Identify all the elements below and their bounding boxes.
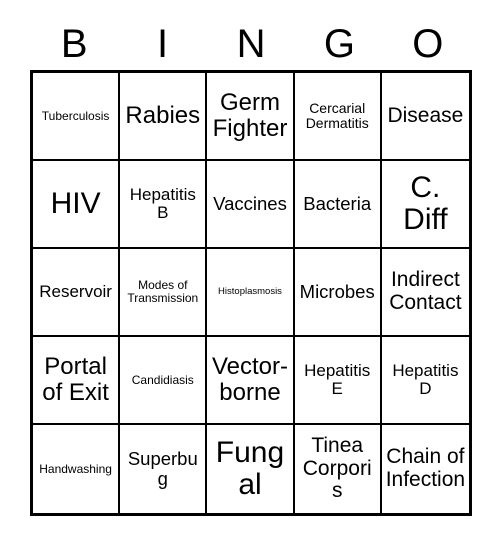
- bingo-cell-label: Vaccines: [213, 193, 287, 215]
- bingo-cell[interactable]: HIV: [33, 161, 121, 249]
- bingo-cell[interactable]: Hepatitis E: [294, 337, 382, 425]
- bingo-cell[interactable]: Handwashing: [33, 425, 121, 513]
- bingo-cell[interactable]: Vector-borne: [207, 337, 295, 425]
- bingo-cell-label: Fungal: [215, 435, 285, 501]
- bingo-cell[interactable]: Histoplasmosis: [207, 249, 295, 337]
- bingo-cell[interactable]: Reservoir: [33, 249, 121, 337]
- bingo-cell-label: Hepatitis E: [304, 360, 371, 398]
- bingo-cell-label: Tuberculosis: [41, 108, 110, 123]
- bingo-cell-label: Histoplasmosis: [218, 285, 282, 297]
- bingo-cell-label: Cercarial Dermatitis: [305, 99, 369, 131]
- bingo-cell-label: Portal of Exit: [42, 353, 109, 406]
- bingo-header-letter-g: G: [323, 22, 355, 66]
- bingo-grid: Tuberculosis Rabies Germ Fighter Cercarial …: [30, 70, 472, 516]
- bingo-cell[interactable]: Vaccines: [207, 161, 295, 249]
- bingo-header-row: B I N G O: [30, 18, 472, 70]
- bingo-cell-label: Reservoir: [39, 281, 112, 301]
- bingo-header-letter-b: B: [60, 22, 88, 66]
- bingo-cell[interactable]: Microbes: [294, 249, 382, 337]
- bingo-cell[interactable]: Portal of Exit: [33, 337, 121, 425]
- bingo-cell-label: Superbug: [127, 448, 198, 489]
- bingo-cell-label: Modes of Transmission: [127, 278, 199, 305]
- bingo-cell-label: Vector-borne: [211, 353, 288, 406]
- bingo-cell[interactable]: Disease: [381, 73, 469, 161]
- bingo-cell-label: Germ Fighter: [212, 89, 288, 142]
- bingo-cell[interactable]: Tuberculosis: [33, 73, 121, 161]
- bingo-cell-label: Rabies: [125, 102, 201, 130]
- bingo-cell-label: Indirect Contact: [389, 268, 462, 314]
- bingo-cell[interactable]: Chain of Infection: [381, 425, 469, 513]
- bingo-cell[interactable]: Cercarial Dermatitis: [294, 73, 382, 161]
- bingo-cell-label: Hepatitis B: [129, 184, 196, 222]
- bingo-card: B I N G O Tuberculosis Rabies Germ Fighter…: [0, 0, 501, 544]
- bingo-header-letter-n: N: [236, 22, 266, 66]
- bingo-cell-label: Tinea Corporis: [302, 433, 372, 503]
- bingo-cell[interactable]: Candidiasis: [120, 337, 208, 425]
- bingo-cell-label: Microbes: [299, 281, 375, 303]
- bingo-cell-label: Hepatitis D: [392, 360, 459, 398]
- bingo-cell-label: Handwashing: [39, 461, 112, 476]
- bingo-cell-label: Bacteria: [303, 193, 372, 215]
- bingo-cell[interactable]: Bacteria: [294, 161, 382, 249]
- bingo-header-letter-o: O: [412, 22, 444, 66]
- bingo-cell[interactable]: Hepatitis B: [120, 161, 208, 249]
- bingo-cell[interactable]: Fungal: [207, 425, 295, 513]
- bingo-cell-label: Disease: [387, 103, 464, 127]
- bingo-cell[interactable]: Indirect Contact: [381, 249, 469, 337]
- bingo-cell[interactable]: Tinea Corporis: [294, 425, 382, 513]
- bingo-cell-label: Candidiasis: [131, 372, 194, 387]
- bingo-cell-label: Chain of Infection: [385, 445, 466, 491]
- bingo-cell[interactable]: Hepatitis D: [381, 337, 469, 425]
- bingo-cell[interactable]: Rabies: [120, 73, 208, 161]
- bingo-header-letter-i: I: [157, 22, 169, 66]
- bingo-cell[interactable]: C. Diff: [381, 161, 469, 249]
- bingo-cell[interactable]: Germ Fighter: [207, 73, 295, 161]
- bingo-cell[interactable]: Superbug: [120, 425, 208, 513]
- bingo-cell[interactable]: Modes of Transmission: [120, 249, 208, 337]
- bingo-cell-label: C. Diff: [403, 170, 448, 236]
- bingo-cell-label: HIV: [50, 186, 101, 220]
